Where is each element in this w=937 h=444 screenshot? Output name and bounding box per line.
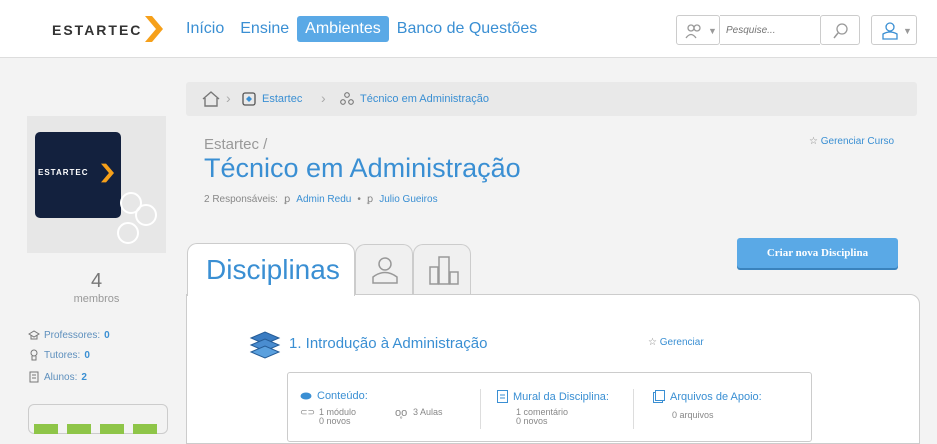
chevron-down-icon: ▼ xyxy=(708,26,717,36)
lessons-icon: ᴏ̥ᴏ xyxy=(395,407,408,419)
discipline-title[interactable]: 1. Introdução à Administração xyxy=(289,335,487,352)
student-icon xyxy=(29,371,39,383)
member-avatar[interactable] xyxy=(100,424,124,434)
decorative-circle xyxy=(135,204,157,226)
modules-new: 0 novos xyxy=(319,416,351,426)
lessons-count: 3 Aulas xyxy=(413,407,443,417)
decorative-circle xyxy=(117,222,139,244)
member-avatar[interactable] xyxy=(67,424,91,434)
files-count: 0 arquivos xyxy=(672,410,714,420)
content-section-link[interactable]: Conteúdo: xyxy=(300,390,368,402)
content-label: Conteúdo: xyxy=(317,390,368,402)
stat-alunos-value: 2 xyxy=(81,371,87,383)
responsible-link[interactable]: Julio Gueiros xyxy=(379,194,437,205)
course-responsibles: 2 Responsáveis: ꝑ Admin Redu • ꝑ Julio G… xyxy=(204,194,438,205)
wall-section-link[interactable]: Mural da Disciplina: xyxy=(497,390,609,403)
page-title: Técnico em Administração xyxy=(204,153,521,183)
breadcrumb-separator-icon: › xyxy=(226,90,231,106)
stat-tutores[interactable]: Tutores: 0 xyxy=(28,349,90,361)
nav-banco-questoes[interactable]: Banco de Questões xyxy=(389,16,546,42)
stat-professores[interactable]: Professores: 0 xyxy=(28,329,110,341)
stat-tutores-value: 0 xyxy=(84,349,90,361)
search-input[interactable] xyxy=(726,25,816,36)
stat-professores-label: Professores: xyxy=(44,329,101,341)
professor-icon xyxy=(28,330,40,340)
notifications-dropdown[interactable]: ▼ xyxy=(676,15,720,45)
home-icon[interactable] xyxy=(202,91,220,107)
tutor-icon xyxy=(30,349,38,361)
brand-logo-text[interactable]: ESTARTEC xyxy=(52,22,142,38)
discipline-summary-box: Conteúdo: ⊂⊃ 1 módulo 0 novos ᴏ̥ᴏ 3 Aula… xyxy=(287,372,812,442)
search-icon xyxy=(833,23,848,39)
content-icon xyxy=(300,392,312,400)
nav-ensine[interactable]: Ensine xyxy=(232,16,297,42)
top-navigation-bar: ESTARTEC Início Ensine Ambientes Banco d… xyxy=(0,0,937,58)
stat-professores-value: 0 xyxy=(104,329,110,341)
breadcrumb-environment-link[interactable]: Estartec xyxy=(262,93,302,105)
nav-ambientes[interactable]: Ambientes xyxy=(297,16,389,42)
user-icon xyxy=(882,22,898,40)
divider xyxy=(633,389,634,429)
search-box xyxy=(720,15,820,45)
stat-alunos-label: Alunos: xyxy=(44,371,78,383)
responsibles-label: 2 Responsáveis: xyxy=(204,194,278,205)
member-avatar[interactable] xyxy=(133,424,157,434)
member-avatar[interactable] xyxy=(34,424,58,434)
tab-reports[interactable] xyxy=(413,244,471,294)
reports-tab-icon xyxy=(429,256,459,285)
files-section-link[interactable]: Arquivos de Apoio: xyxy=(653,390,762,403)
environment-logo-text: ESTARTEC xyxy=(38,168,89,177)
environment-icon xyxy=(242,92,256,106)
nav-inicio[interactable]: Início xyxy=(186,16,232,42)
person-icon: ꝑ xyxy=(283,194,291,205)
member-count: 4 xyxy=(90,270,103,292)
manage-discipline-link[interactable]: ☆ Gerenciar xyxy=(648,337,704,348)
module-icon: ⊂⊃ xyxy=(300,407,316,417)
tab-disciplinas[interactable]: Disciplinas xyxy=(187,243,355,296)
files-label: Arquivos de Apoio: xyxy=(670,390,762,403)
tab-members[interactable] xyxy=(355,244,413,294)
bullet-separator: • xyxy=(357,194,361,205)
stat-alunos[interactable]: Alunos: 2 xyxy=(28,371,87,383)
main-nav: Início Ensine Ambientes Banco de Questõe… xyxy=(186,16,545,42)
brand-logo-chevron-icon xyxy=(145,16,163,42)
files-icon xyxy=(653,390,665,403)
manage-discipline-label: Gerenciar xyxy=(659,337,704,348)
user-menu-dropdown[interactable]: ▼ xyxy=(871,15,917,45)
wall-label: Mural da Disciplina: xyxy=(513,390,609,403)
manage-course-label: Gerenciar Curso xyxy=(820,136,895,147)
star-icon: ☆ xyxy=(648,337,657,348)
search-button[interactable] xyxy=(820,15,860,45)
course-icon xyxy=(340,92,354,105)
wall-icon xyxy=(497,390,508,403)
star-icon: ☆ xyxy=(809,136,818,147)
books-icon xyxy=(249,331,281,359)
divider xyxy=(480,389,481,429)
comments-new: 0 novos xyxy=(516,416,548,426)
environment-avatar-card: ESTARTEC xyxy=(27,116,166,253)
breadcrumb-separator-icon: › xyxy=(321,90,326,106)
environment-logo[interactable]: ESTARTEC xyxy=(35,132,121,218)
breadcrumb-course-link[interactable]: Técnico em Administração xyxy=(360,93,489,105)
stat-tutores-label: Tutores: xyxy=(44,349,81,361)
members-tab-icon xyxy=(372,257,398,284)
chevron-down-icon: ▼ xyxy=(903,26,912,36)
responsible-link[interactable]: Admin Redu xyxy=(296,194,351,205)
member-label: membros xyxy=(73,293,120,305)
breadcrumb: › Estartec › Técnico em Administração xyxy=(186,82,917,116)
tab-disciplinas-label: Disciplinas xyxy=(206,254,340,285)
manage-course-link[interactable]: ☆ Gerenciar Curso xyxy=(809,136,894,147)
create-discipline-button[interactable]: Criar nova Disciplina xyxy=(737,238,898,268)
course-parent-environment[interactable]: Estartec / xyxy=(204,136,267,153)
brand-logo-chevron-icon xyxy=(101,163,114,183)
person-icon: ꝑ xyxy=(366,194,374,205)
contacts-icon xyxy=(685,24,701,39)
